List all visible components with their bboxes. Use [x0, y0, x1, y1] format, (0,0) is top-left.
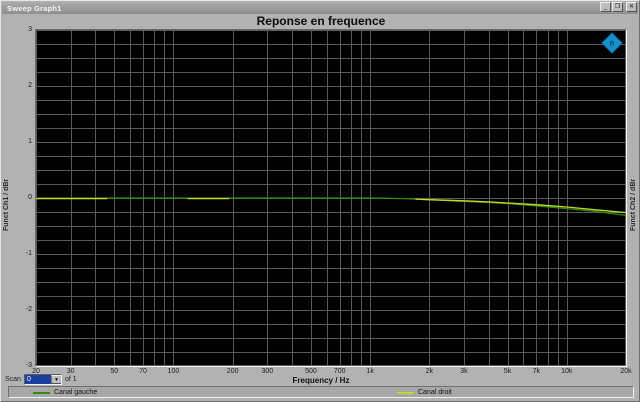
- minimize-button[interactable]: _: [600, 2, 611, 12]
- y-axis-label-right: Funct Ch2 / dBr: [630, 178, 637, 232]
- legend-entry-canal-droit: Canal droit: [397, 388, 452, 397]
- y-axis-label-left: Funct Ch1 / dBr: [3, 178, 10, 232]
- legend-strip: Canal gauche Canal droit: [8, 386, 634, 398]
- x-tick-label: 7k: [532, 368, 541, 375]
- window-controls: _ ❐ ✕: [600, 2, 637, 12]
- x-tick-label: 10k: [561, 368, 573, 375]
- window-title: Sweep Graph1: [7, 3, 62, 13]
- plot-area[interactable]: [35, 29, 627, 367]
- scan-control-row: Scan 0 ▼ of 1: [5, 373, 77, 385]
- chart-title: Reponse en frequence: [256, 14, 386, 28]
- sweep-graph-window: Sweep Graph1 _ ❐ ✕ Reponse en frequence …: [0, 0, 640, 402]
- scan-label: Scan: [5, 375, 21, 383]
- x-tick-label: 100: [167, 368, 180, 375]
- x-tick-label: 1k: [366, 368, 374, 375]
- legend-label: Canal gauche: [54, 389, 98, 396]
- frequency-response-plot: [36, 30, 626, 366]
- x-tick-label: 200: [226, 368, 239, 375]
- scan-value[interactable]: 0: [24, 374, 51, 384]
- legend-entry-canal-gauche: Canal gauche: [33, 388, 97, 397]
- x-tick-label: 3k: [460, 368, 468, 375]
- y-tick-label: -1: [25, 250, 32, 257]
- rs-logo-icon: R: [601, 32, 623, 54]
- x-tick-label: 500: [305, 368, 317, 375]
- x-tick-label: 5k: [503, 368, 512, 375]
- canal-gauche-line-sample: [33, 391, 50, 394]
- close-button[interactable]: ✕: [626, 2, 637, 12]
- x-tick-label: 2k: [425, 368, 434, 375]
- x-axis-label: Frequency / Hz: [292, 376, 350, 385]
- x-tick-label: 700: [333, 368, 346, 375]
- y-tick-label: 3: [28, 26, 32, 33]
- x-tick-label: 20k: [620, 368, 632, 375]
- window-titlebar[interactable]: Sweep Graph1: [2, 2, 638, 14]
- restore-button[interactable]: ❐: [612, 2, 623, 12]
- y-tick-label: 1: [28, 138, 32, 145]
- x-tick-label: 300: [261, 368, 274, 375]
- y-tick-label: 2: [28, 82, 32, 89]
- legend-label: Canal droit: [418, 389, 452, 396]
- x-tick-label: 70: [139, 368, 147, 375]
- y-tick-label: -2: [25, 306, 32, 313]
- scan-suffix: of 1: [64, 375, 77, 383]
- canal-droit-line-sample: [397, 391, 414, 394]
- x-tick-label: 50: [110, 368, 119, 375]
- chevron-down-icon[interactable]: ▼: [50, 374, 61, 384]
- scan-combobox[interactable]: 0 ▼: [23, 373, 62, 385]
